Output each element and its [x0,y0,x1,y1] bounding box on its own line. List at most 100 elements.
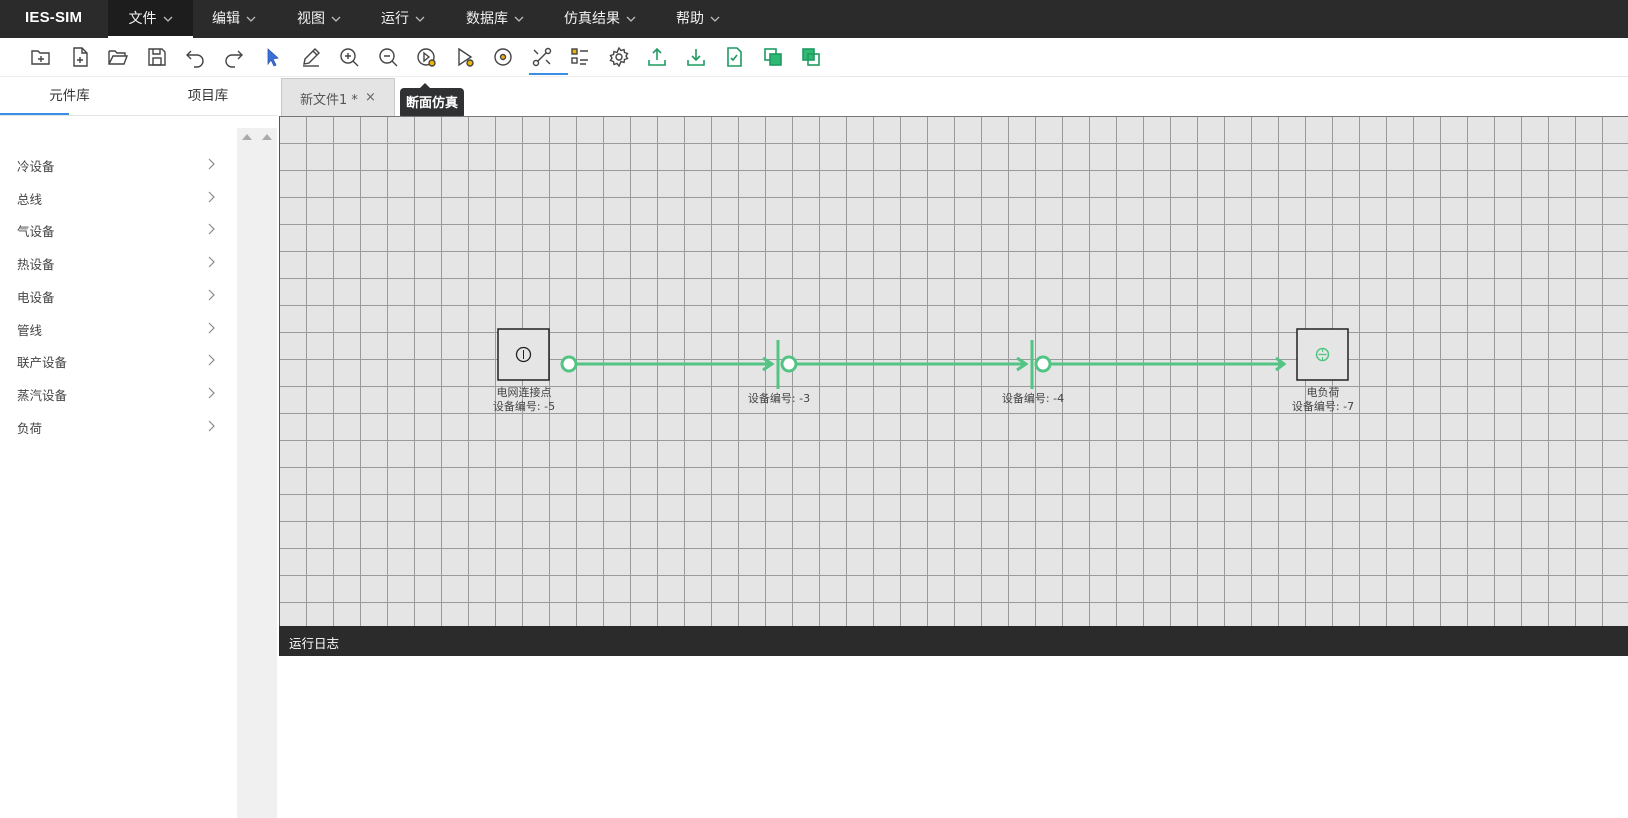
menu-run-label: 运行 [381,11,409,27]
category-label: 蒸汽设备 [17,388,68,403]
save-icon[interactable] [145,45,169,69]
tab-component-library[interactable]: 元件库 [0,77,139,115]
menu-file[interactable]: 文件 [108,0,193,38]
active-tool-indicator [529,73,568,75]
node-label: 电网连接点 设备编号: -5 [478,386,570,414]
chevron-right-icon [208,289,215,301]
open-folder-icon[interactable] [106,45,130,69]
category-label: 气设备 [17,224,55,239]
run-pointer-icon[interactable] [453,45,477,69]
new-file-icon[interactable] [68,45,92,69]
menu-database[interactable]: 数据库 [466,0,524,38]
download-icon[interactable] [684,45,708,69]
chevron-right-icon [208,223,215,235]
file-tab-label: 新文件1 * [300,93,358,108]
grid-connection-node[interactable] [497,328,550,381]
connection-line[interactable] [576,356,775,372]
chevron-down-icon [415,16,425,22]
tab-project-library[interactable]: 项目库 [139,77,277,115]
diagram-layer [497,328,1349,389]
node-name: 电负荷 [1306,386,1340,399]
chevron-right-icon [208,420,215,432]
upload-icon[interactable] [645,45,669,69]
zoom-out-icon[interactable] [376,45,400,69]
category-load[interactable]: 负荷 [0,410,237,443]
connection-line[interactable] [796,356,1029,372]
bus-node[interactable] [1030,340,1052,389]
verify-doc-icon[interactable] [722,45,746,69]
chevron-right-icon [208,158,215,170]
menu-run[interactable]: 运行 [381,0,425,38]
chevron-right-icon [208,256,215,268]
node-label: 设备编号: -4 [987,392,1079,406]
menu-help[interactable]: 帮助 [676,0,720,38]
category-steam-equipment[interactable]: 蒸汽设备 [0,377,237,410]
checklist-icon[interactable] [568,45,592,69]
connect-icon[interactable] [530,45,554,69]
category-label: 热设备 [17,257,55,272]
category-pipeline[interactable]: 管线 [0,312,237,345]
new-folder-icon[interactable] [29,45,53,69]
chevron-right-icon [208,191,215,203]
panel-scrollbar[interactable] [237,128,277,818]
layers-icon[interactable] [799,45,823,69]
chevron-down-icon [710,16,720,22]
category-gas-equipment[interactable]: 气设备 [0,213,237,246]
node-id: 设备编号: -5 [492,400,556,413]
node-name: 电网连接点 [496,386,552,399]
category-label: 总线 [17,192,43,207]
category-cogeneration[interactable]: 联产设备 [0,344,237,377]
port-circle[interactable] [560,355,578,373]
log-content [279,656,1628,818]
category-label: 联产设备 [17,355,68,370]
category-heat-equipment[interactable]: 热设备 [0,246,237,279]
bus-node[interactable] [776,340,798,389]
menu-edit-label: 编辑 [212,11,240,27]
redo-icon[interactable] [222,45,246,69]
category-label: 负荷 [17,421,43,436]
target-icon[interactable] [491,45,515,69]
chevron-down-icon [331,16,341,22]
scroll-up-arrow-icon[interactable] [242,134,252,140]
chevron-right-icon [208,354,215,366]
chevron-right-icon [208,387,215,399]
category-label: 冷设备 [17,159,55,174]
zoom-in-icon[interactable] [337,45,361,69]
node-label: 设备编号: -3 [733,392,825,406]
node-label: 电负荷 设备编号: -7 [1277,386,1369,414]
menu-file-label: 文件 [128,11,157,27]
menu-edit[interactable]: 编辑 [212,0,256,38]
menu-view-label: 视图 [297,11,325,27]
connection-line[interactable] [1050,356,1287,372]
copy-layer-icon[interactable] [761,45,785,69]
menu-view[interactable]: 视图 [297,0,341,38]
tooltip: 断面仿真 [400,83,464,119]
close-icon[interactable]: × [365,90,376,105]
node-id: 设备编号: -4 [1001,392,1065,405]
select-pointer-icon[interactable] [260,45,284,69]
category-label: 管线 [17,323,43,338]
edit-pen-icon[interactable] [299,45,323,69]
undo-icon[interactable] [183,45,207,69]
electric-load-node[interactable] [1296,328,1349,381]
scroll-up-arrow-icon[interactable] [262,134,272,140]
category-electric-equipment[interactable]: 电设备 [0,279,237,312]
app-title: IES-SIM [25,9,83,26]
chevron-right-icon [208,322,215,334]
menu-help-label: 帮助 [676,11,704,27]
node-id: 设备编号: -7 [1291,400,1355,413]
menu-database-label: 数据库 [466,11,508,27]
active-tab-indicator [0,113,69,115]
category-cold-equipment[interactable]: 冷设备 [0,148,237,181]
category-bus[interactable]: 总线 [0,181,237,214]
settings-gear-icon[interactable] [607,45,631,69]
section-sim-icon[interactable] [414,45,438,69]
chevron-down-icon [626,16,636,22]
menu-sim-results-label: 仿真结果 [564,11,620,27]
menu-sim-results[interactable]: 仿真结果 [564,0,636,38]
log-header[interactable] [279,626,1628,656]
chevron-down-icon [246,16,256,22]
chevron-down-icon [163,16,172,22]
category-label: 电设备 [17,290,55,305]
chevron-down-icon [514,16,524,22]
